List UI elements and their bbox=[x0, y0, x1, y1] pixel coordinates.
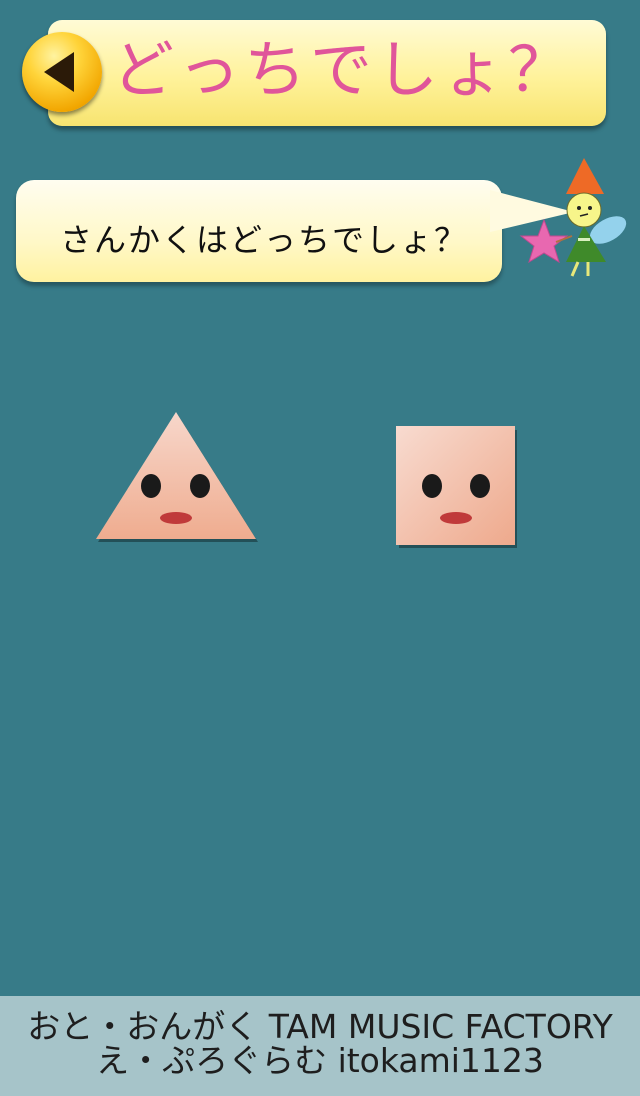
square-choice[interactable] bbox=[396, 426, 518, 548]
credits-art-program: え・ぷろぐらむ itokami1123 bbox=[96, 1041, 544, 1080]
triangle-choice[interactable] bbox=[94, 408, 258, 548]
square-mouth bbox=[440, 512, 472, 524]
page-title: どっちでしょ？ bbox=[112, 33, 575, 106]
triangle-mouth bbox=[160, 512, 192, 524]
triangle-right-eye bbox=[190, 474, 210, 498]
back-arrow-icon bbox=[44, 52, 74, 92]
square-left-eye bbox=[422, 474, 442, 498]
triangle-left-eye bbox=[141, 474, 161, 498]
question-text: さんかくはどっちでしょ？ bbox=[60, 221, 469, 259]
back-button[interactable] bbox=[22, 32, 102, 112]
fairy-character-icon bbox=[519, 158, 627, 277]
credits-footer: おと・おんがく TAM MUSIC FACTORY え・ぷろぐらむ itokam… bbox=[0, 996, 640, 1096]
square-right-eye bbox=[470, 474, 490, 498]
